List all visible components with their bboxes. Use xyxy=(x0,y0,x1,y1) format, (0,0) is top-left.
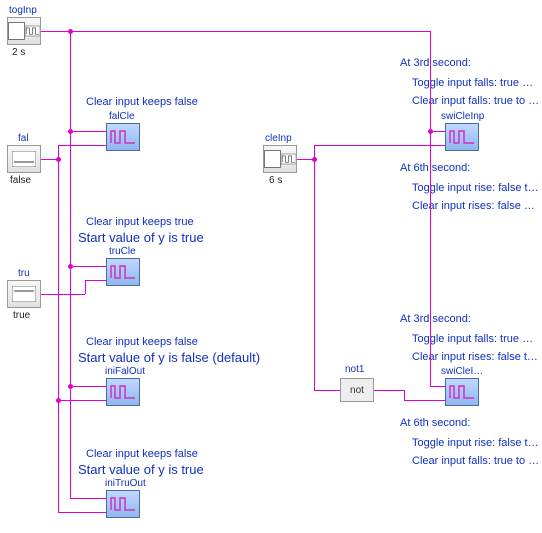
not1-label: not1 xyxy=(345,364,364,375)
togInp-block xyxy=(7,17,41,45)
iniFalOut-title: Clear input keeps false xyxy=(86,336,198,348)
truCle-start: Start value of y is true xyxy=(78,230,204,245)
r2-at6: At 6th second: xyxy=(400,417,470,429)
wire xyxy=(404,390,405,400)
not1-text: not xyxy=(350,385,364,396)
r2-l3: Toggle input rise: false t… xyxy=(412,437,539,449)
wire xyxy=(70,498,106,499)
swiCleInp-label: swiCleInp xyxy=(441,111,484,122)
wire xyxy=(58,400,59,512)
wire xyxy=(70,266,106,267)
r1-at3: At 3rd second: xyxy=(400,57,471,69)
wire xyxy=(314,145,445,146)
truCle-block xyxy=(106,258,140,286)
r2-l4: Clear input falls: true to … xyxy=(412,455,539,467)
fal-label: fal xyxy=(18,133,29,144)
falCle-block xyxy=(106,123,140,151)
wire xyxy=(70,31,430,32)
r1-l2: Clear input falls: true to … xyxy=(412,95,539,107)
wire xyxy=(404,400,445,401)
iniFalOut-block xyxy=(106,378,140,406)
wire xyxy=(41,294,85,295)
wire xyxy=(374,390,404,391)
wire xyxy=(430,131,431,386)
iniTruOut-label: iniTruOut xyxy=(105,478,146,489)
falCle-label: falCle xyxy=(109,111,135,122)
node xyxy=(68,264,73,269)
wire xyxy=(430,31,431,131)
wire xyxy=(70,131,106,132)
swiCleI-block xyxy=(445,378,479,406)
truCle-title: Clear input keeps true xyxy=(86,216,194,228)
togInp-label: togInp xyxy=(9,5,37,16)
wire xyxy=(85,280,106,281)
node xyxy=(68,384,73,389)
node xyxy=(56,157,61,162)
wire xyxy=(58,512,106,513)
tru-sub: true xyxy=(13,310,30,321)
wire xyxy=(314,145,315,390)
node xyxy=(428,129,433,134)
truCle-label: truCle xyxy=(109,246,136,257)
wire xyxy=(58,145,59,411)
r1-at6: At 6th second: xyxy=(400,162,470,174)
r2-at3: At 3rd second: xyxy=(400,313,471,325)
node xyxy=(312,157,317,162)
togInp-sub: 2 s xyxy=(12,47,25,58)
swiCleI-label: swiCleI… xyxy=(441,366,483,377)
iniFalOut-label: iniFalOut xyxy=(105,366,145,377)
iniFalOut-start: Start value of y is false (default) xyxy=(78,350,260,365)
fal-sub: false xyxy=(10,175,31,186)
node xyxy=(56,398,61,403)
wire xyxy=(70,386,106,387)
iniTruOut-title: Clear input keeps false xyxy=(86,448,198,460)
wire xyxy=(58,400,106,401)
tru-label: tru xyxy=(18,268,30,279)
fal-block xyxy=(7,145,41,173)
tru-block xyxy=(7,280,41,308)
node xyxy=(68,129,73,134)
wire xyxy=(41,31,70,32)
iniTruOut-block xyxy=(106,490,140,518)
cleInp-block xyxy=(263,145,297,173)
wire xyxy=(430,386,445,387)
swiCleInp-block xyxy=(445,123,479,151)
cleInp-sub: 6 s xyxy=(269,175,282,186)
wire xyxy=(314,390,340,391)
not1-block: not xyxy=(340,378,374,402)
iniTruOut-start: Start value of y is true xyxy=(78,462,204,477)
wire xyxy=(58,145,106,146)
falCle-title: Clear input keeps false xyxy=(86,96,198,108)
cleInp-label: cleInp xyxy=(265,133,292,144)
wire xyxy=(85,280,86,294)
